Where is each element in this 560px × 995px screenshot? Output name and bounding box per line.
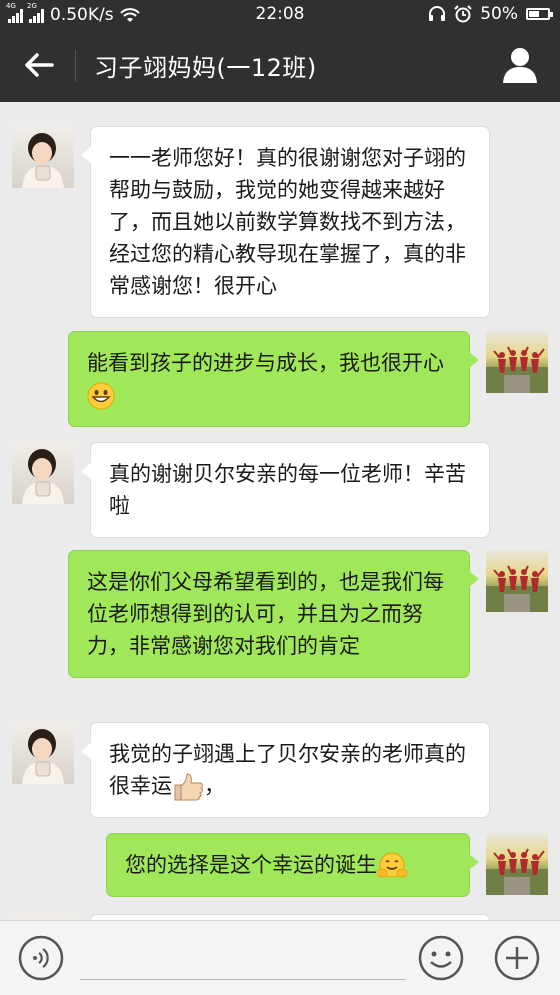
- status-right: 50%: [428, 4, 553, 24]
- message-bubble-received[interactable]: 真的谢谢贝尔安亲的每一位老师！辛苦啦: [81, 442, 490, 538]
- parent-avatar[interactable]: [12, 126, 74, 188]
- battery-icon: [526, 8, 553, 20]
- headset-icon: [429, 6, 446, 21]
- message-bubble-sent[interactable]: 能看到孩子的进步与成长，我也很开心: [68, 331, 479, 427]
- teacher-avatar[interactable]: [486, 331, 548, 393]
- message-bubble-received[interactable]: 我觉的子翊遇上了贝尔安亲的老师真的很幸运 ，: [81, 722, 490, 818]
- message-text: 一一老师您好！真的很谢谢您对子翊的帮助与鼓励，我觉的她变得越来越好了，而且她以前…: [109, 146, 466, 298]
- emoji-icon[interactable]: [418, 935, 464, 981]
- parent-avatar[interactable]: [12, 442, 74, 504]
- voice-icon[interactable]: [18, 935, 64, 981]
- alarm-icon: [454, 5, 472, 23]
- message-trailing-text: ，: [204, 774, 225, 798]
- hugging-face-icon: [377, 852, 407, 878]
- message-text: 您的选择是这个幸运的诞生: [125, 853, 377, 877]
- back-arrow-icon[interactable]: [22, 48, 56, 82]
- message-bubble-received[interactable]: 一一老师您好！真的很谢谢您对子翊的帮助与鼓励，我觉的她变得越来越好了，而且她以前…: [81, 126, 490, 318]
- message-text: 我觉的子翊遇上了贝尔安亲的老师真的很幸运: [109, 742, 466, 798]
- person-icon[interactable]: [502, 46, 538, 84]
- page-title: 习子翊妈妈(一12班): [94, 54, 317, 82]
- battery-percent: 50%: [480, 4, 518, 24]
- message-list[interactable]: 一一老师您好！真的很谢谢您对子翊的帮助与鼓励，我觉的她变得越来越好了，而且她以前…: [0, 102, 560, 920]
- message-text: 能看到孩子的进步与成长，我也很开心: [87, 351, 444, 375]
- message-input[interactable]: [80, 979, 406, 980]
- message-bubble-sent[interactable]: 您的选择是这个幸运的诞生: [106, 833, 479, 897]
- parent-avatar[interactable]: [12, 722, 74, 784]
- status-bar: 4G 2G 0.50K/s 22:08 50%: [0, 0, 560, 30]
- message-bubble-sent[interactable]: 这是你们父母希望看到的，也是我们每位老师想得到的认可，并且为之而努力，非常感谢您…: [68, 550, 479, 678]
- grinning-face-icon: [87, 382, 115, 410]
- header-divider: [75, 50, 76, 82]
- thumbs-up-icon: [174, 773, 203, 801]
- message-text: 这是你们父母希望看到的，也是我们每位老师想得到的认可，并且为之而努力，非常感谢您…: [87, 570, 444, 658]
- message-text: 真的谢谢贝尔安亲的每一位老师！辛苦啦: [109, 462, 466, 518]
- teacher-avatar[interactable]: [486, 550, 548, 612]
- teacher-avatar[interactable]: [486, 833, 548, 895]
- chat-header: 习子翊妈妈(一12班): [0, 30, 560, 102]
- plus-icon[interactable]: [494, 935, 540, 981]
- input-bar: [0, 920, 560, 995]
